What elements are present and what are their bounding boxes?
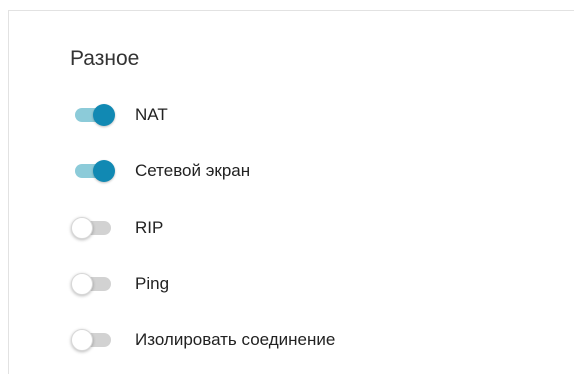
toggle-row-firewall[interactable]: Сетевой экран xyxy=(71,155,551,187)
toggle-row-ping[interactable]: Ping xyxy=(71,268,551,300)
isolate-connection-label: Изолировать соединение xyxy=(135,330,336,349)
firewall-toggle[interactable] xyxy=(71,158,115,184)
toggle-row-rip[interactable]: RIP xyxy=(71,212,551,244)
toggle-knob xyxy=(71,273,93,295)
toggle-knob xyxy=(93,160,115,182)
isolate-connection-toggle[interactable] xyxy=(71,327,115,353)
rip-toggle[interactable] xyxy=(71,215,115,241)
ping-label: Ping xyxy=(135,274,170,293)
toggle-knob xyxy=(93,104,115,126)
rip-label: RIP xyxy=(135,218,164,237)
toggle-knob xyxy=(71,217,93,239)
toggle-row-nat[interactable]: NAT xyxy=(71,99,551,131)
nat-toggle[interactable] xyxy=(71,102,115,128)
ping-toggle[interactable] xyxy=(71,271,115,297)
nat-label: NAT xyxy=(135,105,168,124)
toggle-row-isolate-connection[interactable]: Изолировать соединение xyxy=(71,324,551,356)
toggle-knob xyxy=(71,329,93,351)
settings-panel: Разное NAT Сетевой экран RIP Ping Изолир… xyxy=(8,10,574,374)
firewall-label: Сетевой экран xyxy=(135,161,251,180)
section-title: Разное xyxy=(70,47,140,70)
